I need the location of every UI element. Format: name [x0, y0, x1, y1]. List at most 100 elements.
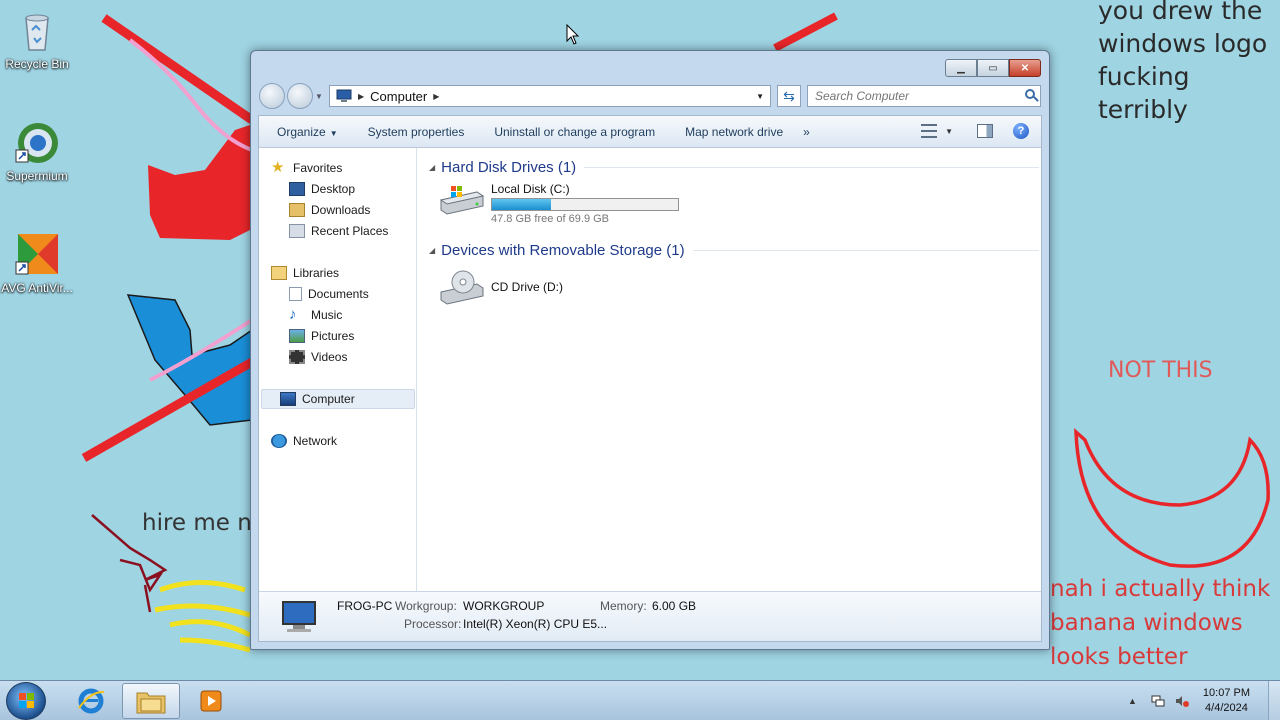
nav-label: Pictures [311, 329, 355, 343]
recent-places-icon [289, 224, 305, 238]
recycle-bin-icon [25, 14, 49, 51]
explorer-content: Organize ▼ System properties Uninstall or… [258, 115, 1042, 642]
nav-recent-places[interactable]: Recent Places [289, 221, 388, 241]
nav-desktop[interactable]: Desktop [289, 179, 355, 199]
nav-label: Music [311, 308, 343, 322]
group-hard-disk-drives[interactable]: ◢ Hard Disk Drives (1) [429, 157, 1039, 177]
red-slash-top [101, 14, 255, 124]
nav-music[interactable]: ♪ Music [289, 305, 342, 325]
breadcrumb-arrow-icon[interactable]: ▶ [358, 92, 364, 101]
processor-value: Intel(R) Xeon(R) CPU E5... [463, 617, 608, 631]
close-button[interactable]: ✕ [1009, 59, 1041, 77]
collapse-triangle-icon[interactable]: ◢ [429, 163, 435, 172]
workgroup-label: Workgroup: [395, 599, 457, 613]
windows-logo-icon [19, 693, 34, 708]
taskbar-windows-explorer[interactable] [122, 683, 180, 719]
system-tray: ▲ 10:07 PM 4/4/2024 [1128, 681, 1280, 720]
desktop-icon-avg[interactable]: AVG AntiVir... [0, 232, 74, 295]
desktop-icon-label: Supermium [6, 169, 68, 183]
breadcrumb-computer[interactable]: Computer [370, 89, 427, 104]
group-title: Hard Disk Drives (1) [441, 158, 577, 176]
clock[interactable]: 10:07 PM 4/4/2024 [1203, 686, 1250, 716]
memory-value: 6.00 GB [652, 599, 697, 613]
system-properties-button[interactable]: System properties [368, 125, 465, 139]
minimize-button[interactable]: ▁ [945, 59, 977, 77]
maximize-button[interactable]: ▭ [977, 59, 1009, 77]
red-banana-outline [1074, 427, 1270, 568]
refresh-button[interactable]: ⇆ [777, 85, 801, 107]
address-bar[interactable]: ▶ Computer ▶ ▼ [329, 85, 771, 107]
show-hidden-icons-icon[interactable]: ▲ [1128, 696, 1137, 706]
preview-pane-icon[interactable] [977, 124, 993, 138]
forward-button[interactable] [287, 83, 313, 109]
nav-label: Computer [302, 392, 355, 406]
nav-label: Favorites [293, 161, 343, 175]
note-top-line-2: windows logo [1098, 29, 1268, 58]
search-icon[interactable] [1025, 89, 1035, 99]
uninstall-program-button[interactable]: Uninstall or change a program [494, 125, 655, 139]
desktop-icon-label: AVG AntiVir... [1, 281, 73, 295]
supermium-icon [15, 123, 58, 163]
toolbar-right: ▼ ? [921, 123, 1029, 139]
refresh-icon: ⇆ [783, 88, 795, 104]
caption-buttons: ▁ ▭ ✕ [945, 59, 1041, 77]
network-status-icon[interactable] [1151, 694, 1165, 708]
change-view-icon[interactable] [921, 124, 938, 138]
taskbar-internet-explorer[interactable] [62, 683, 120, 719]
drive-c-info: Local Disk (C:) 47.8 GB free of 69.9 GB [491, 182, 679, 225]
drive-c[interactable]: Local Disk (C:) 47.8 GB free of 69.9 GB [437, 182, 679, 225]
close-icon: ✕ [1020, 62, 1030, 74]
nav-label: Desktop [311, 182, 356, 196]
nav-network[interactable]: Network [271, 431, 337, 451]
search-input[interactable] [807, 85, 1041, 107]
minimize-icon: ▁ [957, 62, 965, 74]
address-history-dropdown[interactable]: ▼ [756, 92, 764, 101]
note-nah-line-1: nah i actually think [1050, 576, 1271, 602]
back-button[interactable] [259, 83, 285, 109]
drive-usage-bar [491, 198, 679, 211]
desktop-icon-label: Recycle Bin [5, 57, 69, 71]
note-hire: hire me n [142, 510, 252, 536]
nav-computer[interactable]: Computer [261, 389, 415, 409]
drive-usage-fill [492, 199, 551, 210]
nav-documents[interactable]: Documents [289, 284, 369, 304]
maximize-icon: ▭ [988, 62, 998, 74]
show-desktop-button[interactable] [1268, 681, 1280, 720]
nav-pictures[interactable]: Pictures [289, 326, 354, 346]
nav-libraries[interactable]: Libraries [271, 263, 339, 283]
nav-downloads[interactable]: Downloads [289, 200, 370, 220]
details-pane: FROG-PC Workgroup: WORKGROUP Memory: 6.0… [259, 591, 1041, 641]
desktop-icon-supermium[interactable]: Supermium [0, 120, 74, 183]
clock-date: 4/4/2024 [1205, 702, 1248, 714]
nav-label: Network [293, 434, 338, 448]
drive-free-space: 47.8 GB free of 69.9 GB [491, 213, 610, 225]
recent-pages-dropdown[interactable]: ▼ [315, 92, 325, 101]
navigation-bar: ▼ ▶ Computer ▶ ▼ ⇆ [259, 83, 1041, 109]
explorer-window: ▁ ▭ ✕ ▼ ▶ Computer ▶ ▼ ⇆ Organize▼ Syste… [250, 50, 1050, 650]
taskbar-media-player[interactable] [182, 683, 240, 719]
internet-explorer-icon [78, 688, 105, 714]
organize-menu[interactable]: Organize ▼ [277, 125, 338, 139]
volume-muted-icon[interactable] [1175, 694, 1189, 708]
drive-d[interactable]: CD Drive (D:) [437, 270, 563, 306]
hard-drive-icon [439, 186, 485, 215]
start-button[interactable] [6, 682, 46, 720]
nav-videos[interactable]: Videos [289, 347, 347, 367]
pc-name: FROG-PC [337, 599, 393, 613]
note-nah: nah i actually think banana windows look… [1050, 572, 1270, 674]
group-removable-storage[interactable]: ◢ Devices with Removable Storage (1) [429, 240, 1039, 260]
nav-favorites[interactable]: ★ Favorites [271, 158, 342, 178]
note-nah-line-2: banana windows [1050, 610, 1243, 636]
breadcrumb-arrow-icon[interactable]: ▶ [433, 92, 439, 101]
help-icon[interactable]: ? [1013, 123, 1029, 139]
clock-time: 10:07 PM [1202, 687, 1250, 699]
map-network-drive-button[interactable]: Map network drive [685, 125, 783, 139]
collapse-triangle-icon[interactable]: ◢ [429, 246, 435, 255]
view-options-dropdown[interactable]: ▼ [945, 127, 953, 136]
note-not-this: NOT THIS [1108, 358, 1213, 383]
computer-icon [282, 601, 316, 632]
processor-label: Processor: [404, 617, 462, 631]
libraries-icon [271, 266, 287, 280]
more-commands-button[interactable]: » [803, 125, 810, 139]
desktop-icon-recycle-bin[interactable]: Recycle Bin [0, 8, 74, 71]
